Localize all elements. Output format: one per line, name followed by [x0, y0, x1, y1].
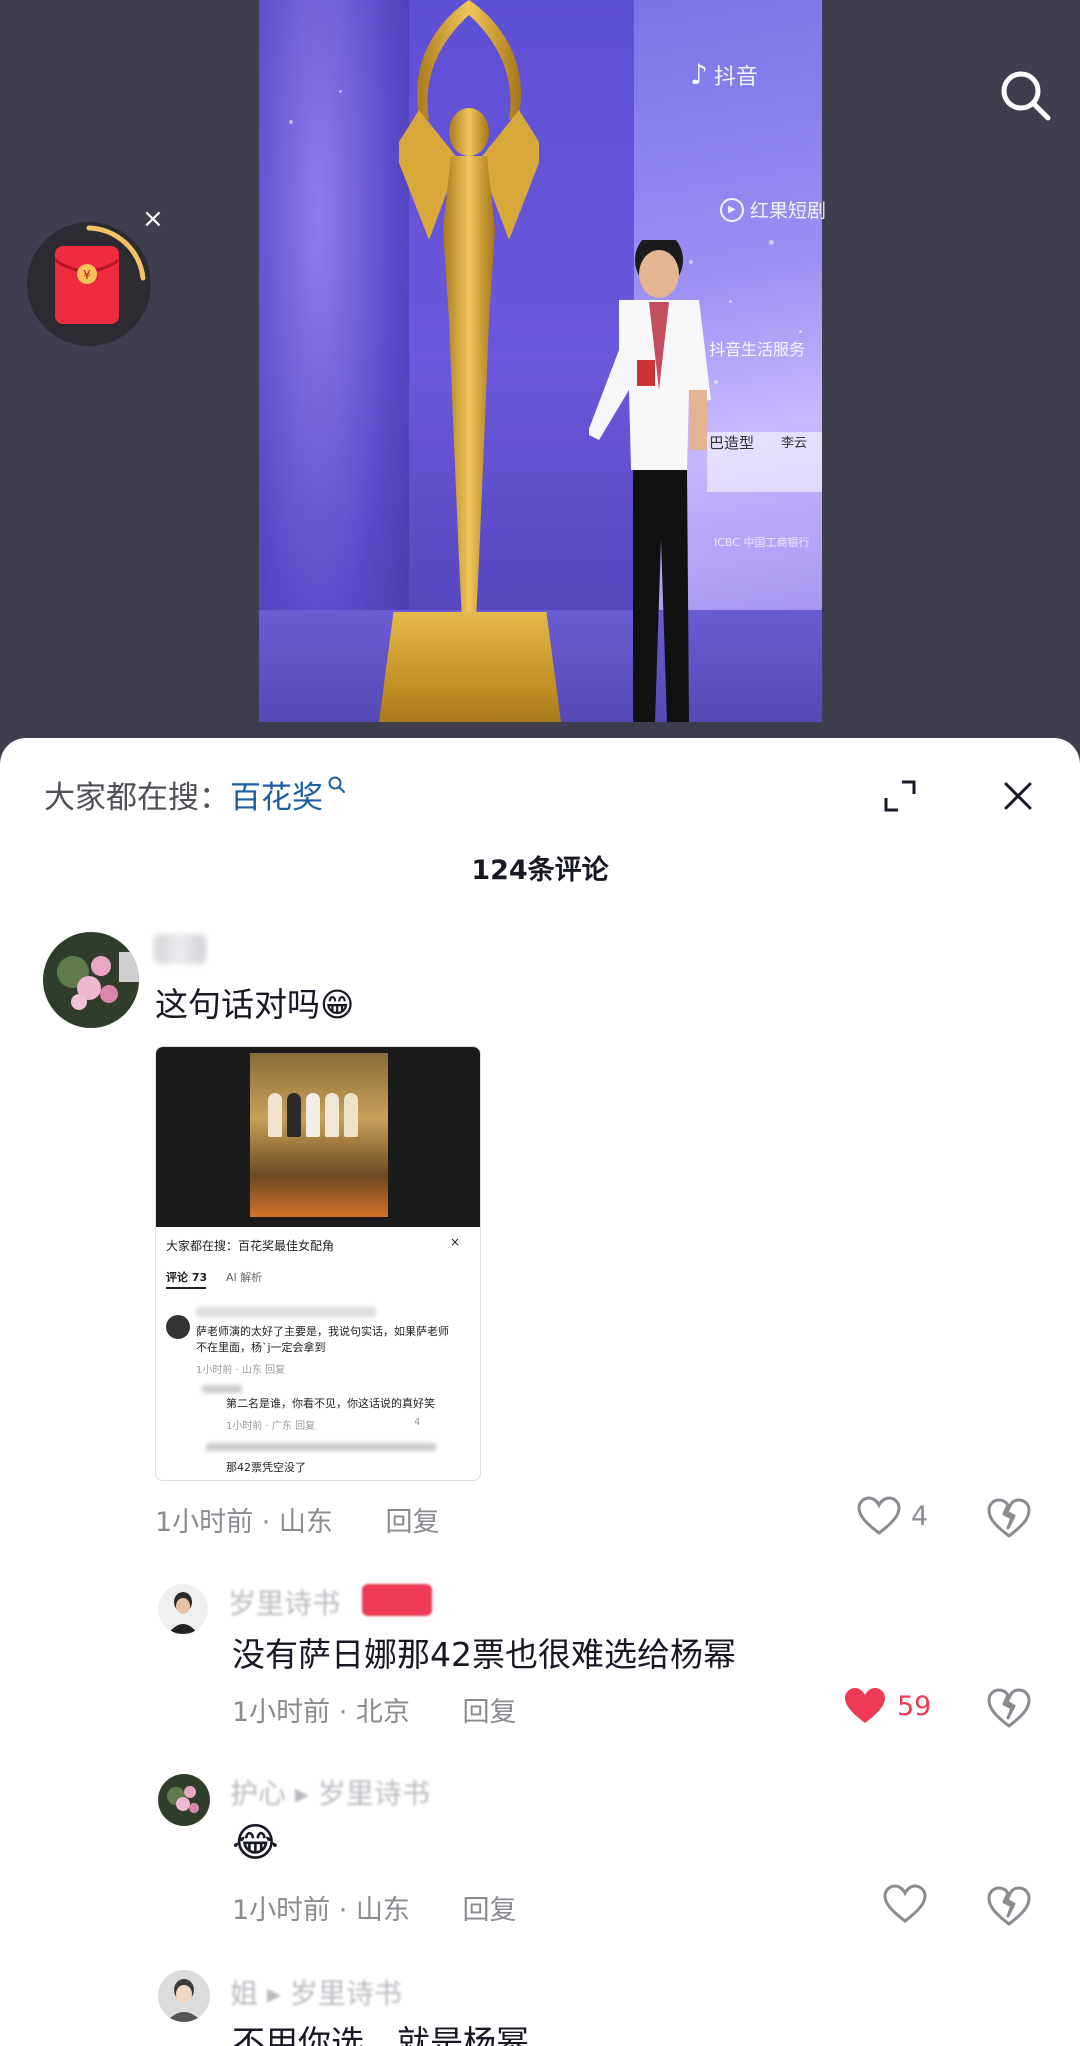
username[interactable]	[154, 934, 206, 964]
search-icon[interactable]	[996, 66, 1056, 126]
reply-button[interactable]: 回复	[463, 1895, 517, 1926]
image-text: 萨老师演的太好了主要是，我说句实话，如果萨老师	[196, 1325, 449, 1338]
author-badge	[362, 1584, 432, 1616]
time-location: 1小时前 · 山东	[232, 1895, 410, 1926]
comment-text: 不用你选，就是杨幂	[232, 2023, 529, 2046]
sponsor-text: 红果短剧	[750, 200, 827, 222]
avatar[interactable]	[158, 1970, 210, 2022]
red-packet-icon[interactable]: ¥	[25, 220, 153, 348]
like-button[interactable]: 4	[857, 1496, 928, 1536]
hot-search-bar[interactable]: 大家都在搜： 百花奖	[44, 772, 347, 817]
image-text: AI 解析	[226, 1271, 263, 1284]
trophy-base	[379, 612, 561, 722]
heart-filled-icon	[845, 1688, 885, 1723]
douyin-note-icon: ♪	[690, 58, 708, 91]
search-icon	[328, 776, 345, 793]
avatar[interactable]	[158, 1774, 210, 1826]
image-close-icon: ×	[450, 1235, 461, 1249]
svg-text:¥: ¥	[83, 268, 91, 282]
banner-text: 李云	[781, 436, 808, 451]
reply-button[interactable]: 回复	[386, 1507, 440, 1538]
dislike-icon[interactable]	[986, 1884, 1032, 1930]
image-text: 1小时前 · 山东 回复	[196, 1365, 286, 1376]
hot-search-term[interactable]: 百花奖	[230, 772, 323, 817]
comment-meta: 1小时前 · 山东 回复	[155, 1500, 440, 1539]
expand-icon[interactable]	[882, 778, 918, 814]
avatar[interactable]	[43, 932, 139, 1028]
comment-image[interactable]: 大家都在搜：百花奖最佳女配角 × 评论 73 AI 解析 萨老师演的太好了主要是…	[155, 1046, 481, 1481]
image-text: 那42票凭空没了	[226, 1461, 306, 1474]
video-frame: 抖音生活服务 巴造型 李云 ICBC 中国工商银行	[259, 0, 822, 722]
close-icon[interactable]: ×	[142, 206, 164, 232]
play-circle-icon: ▶	[720, 197, 744, 222]
image-text: 大家都在搜：百花奖最佳女配角	[166, 1239, 335, 1253]
like-count: 59	[897, 1690, 932, 1722]
comment-count: 124条评论	[471, 855, 609, 886]
image-video-area	[156, 1047, 480, 1227]
time-location: 1小时前 · 山东	[155, 1507, 333, 1538]
like-button[interactable]	[883, 1884, 937, 1924]
dislike-icon[interactable]	[986, 1686, 1032, 1732]
watermark-text: 抖音	[713, 64, 758, 90]
image-text: 1小时前 · 广东 回复	[226, 1421, 316, 1432]
username[interactable]: 姐 ▸ 岁里诗书	[230, 1972, 402, 2012]
person-figure	[589, 240, 711, 722]
time-location: 1小时前 · 北京	[232, 1697, 410, 1728]
banner-text: ICBC 中国工商银行	[714, 536, 810, 549]
heart-icon	[857, 1496, 901, 1535]
comment-text: 没有萨日娜那42票也很难选给杨幂	[232, 1635, 736, 1674]
image-comment-panel: 大家都在搜：百花奖最佳女配角 × 评论 73 AI 解析 萨老师演的太好了主要是…	[156, 1227, 480, 1480]
image-text: 评论 73	[166, 1271, 208, 1284]
comment-sheet: 大家都在搜： 百花奖 124条评论 这句话对吗😁 大家都在搜：百花奖最佳女配角 …	[0, 738, 1080, 2046]
comment-text: 这句话对吗😁	[155, 985, 355, 1024]
like-count: 4	[911, 1500, 929, 1532]
hot-search-prefix: 大家都在搜：	[44, 780, 230, 816]
sponsor-logo: ▶ 红果短剧	[720, 196, 826, 223]
image-text: 不在里面，杨`j一定会拿到	[196, 1341, 326, 1354]
banner-text: 抖音生活服务	[709, 340, 806, 359]
heart-icon	[883, 1884, 927, 1923]
image-text: 第二名是谁，你看不见，你这话说的真好笑	[226, 1397, 435, 1410]
image-text: 4	[414, 1417, 421, 1428]
douyin-watermark: ♪ 抖音	[690, 58, 758, 91]
comment-meta: 1小时前 · 北京 回复	[232, 1690, 517, 1729]
image-poster	[250, 1053, 388, 1217]
comment-meta: 1小时前 · 山东 回复	[232, 1888, 517, 1927]
username[interactable]: 岁里诗书	[228, 1582, 340, 1622]
close-icon[interactable]	[998, 776, 1038, 816]
dislike-icon[interactable]	[986, 1496, 1032, 1542]
video-player[interactable]: 抖音生活服务 巴造型 李云 ICBC 中国工商银行 ♪ 抖音 ▶ 红果短剧 ¥ …	[0, 0, 1080, 760]
reply-button[interactable]: 回复	[463, 1697, 517, 1728]
like-button[interactable]: 59	[843, 1686, 931, 1726]
username[interactable]: 护心 ▸ 岁里诗书	[230, 1772, 430, 1812]
sheet-header: 大家都在搜： 百花奖	[0, 738, 1080, 848]
avatar[interactable]	[158, 1584, 208, 1634]
comment-text: 😂	[232, 1820, 279, 1866]
